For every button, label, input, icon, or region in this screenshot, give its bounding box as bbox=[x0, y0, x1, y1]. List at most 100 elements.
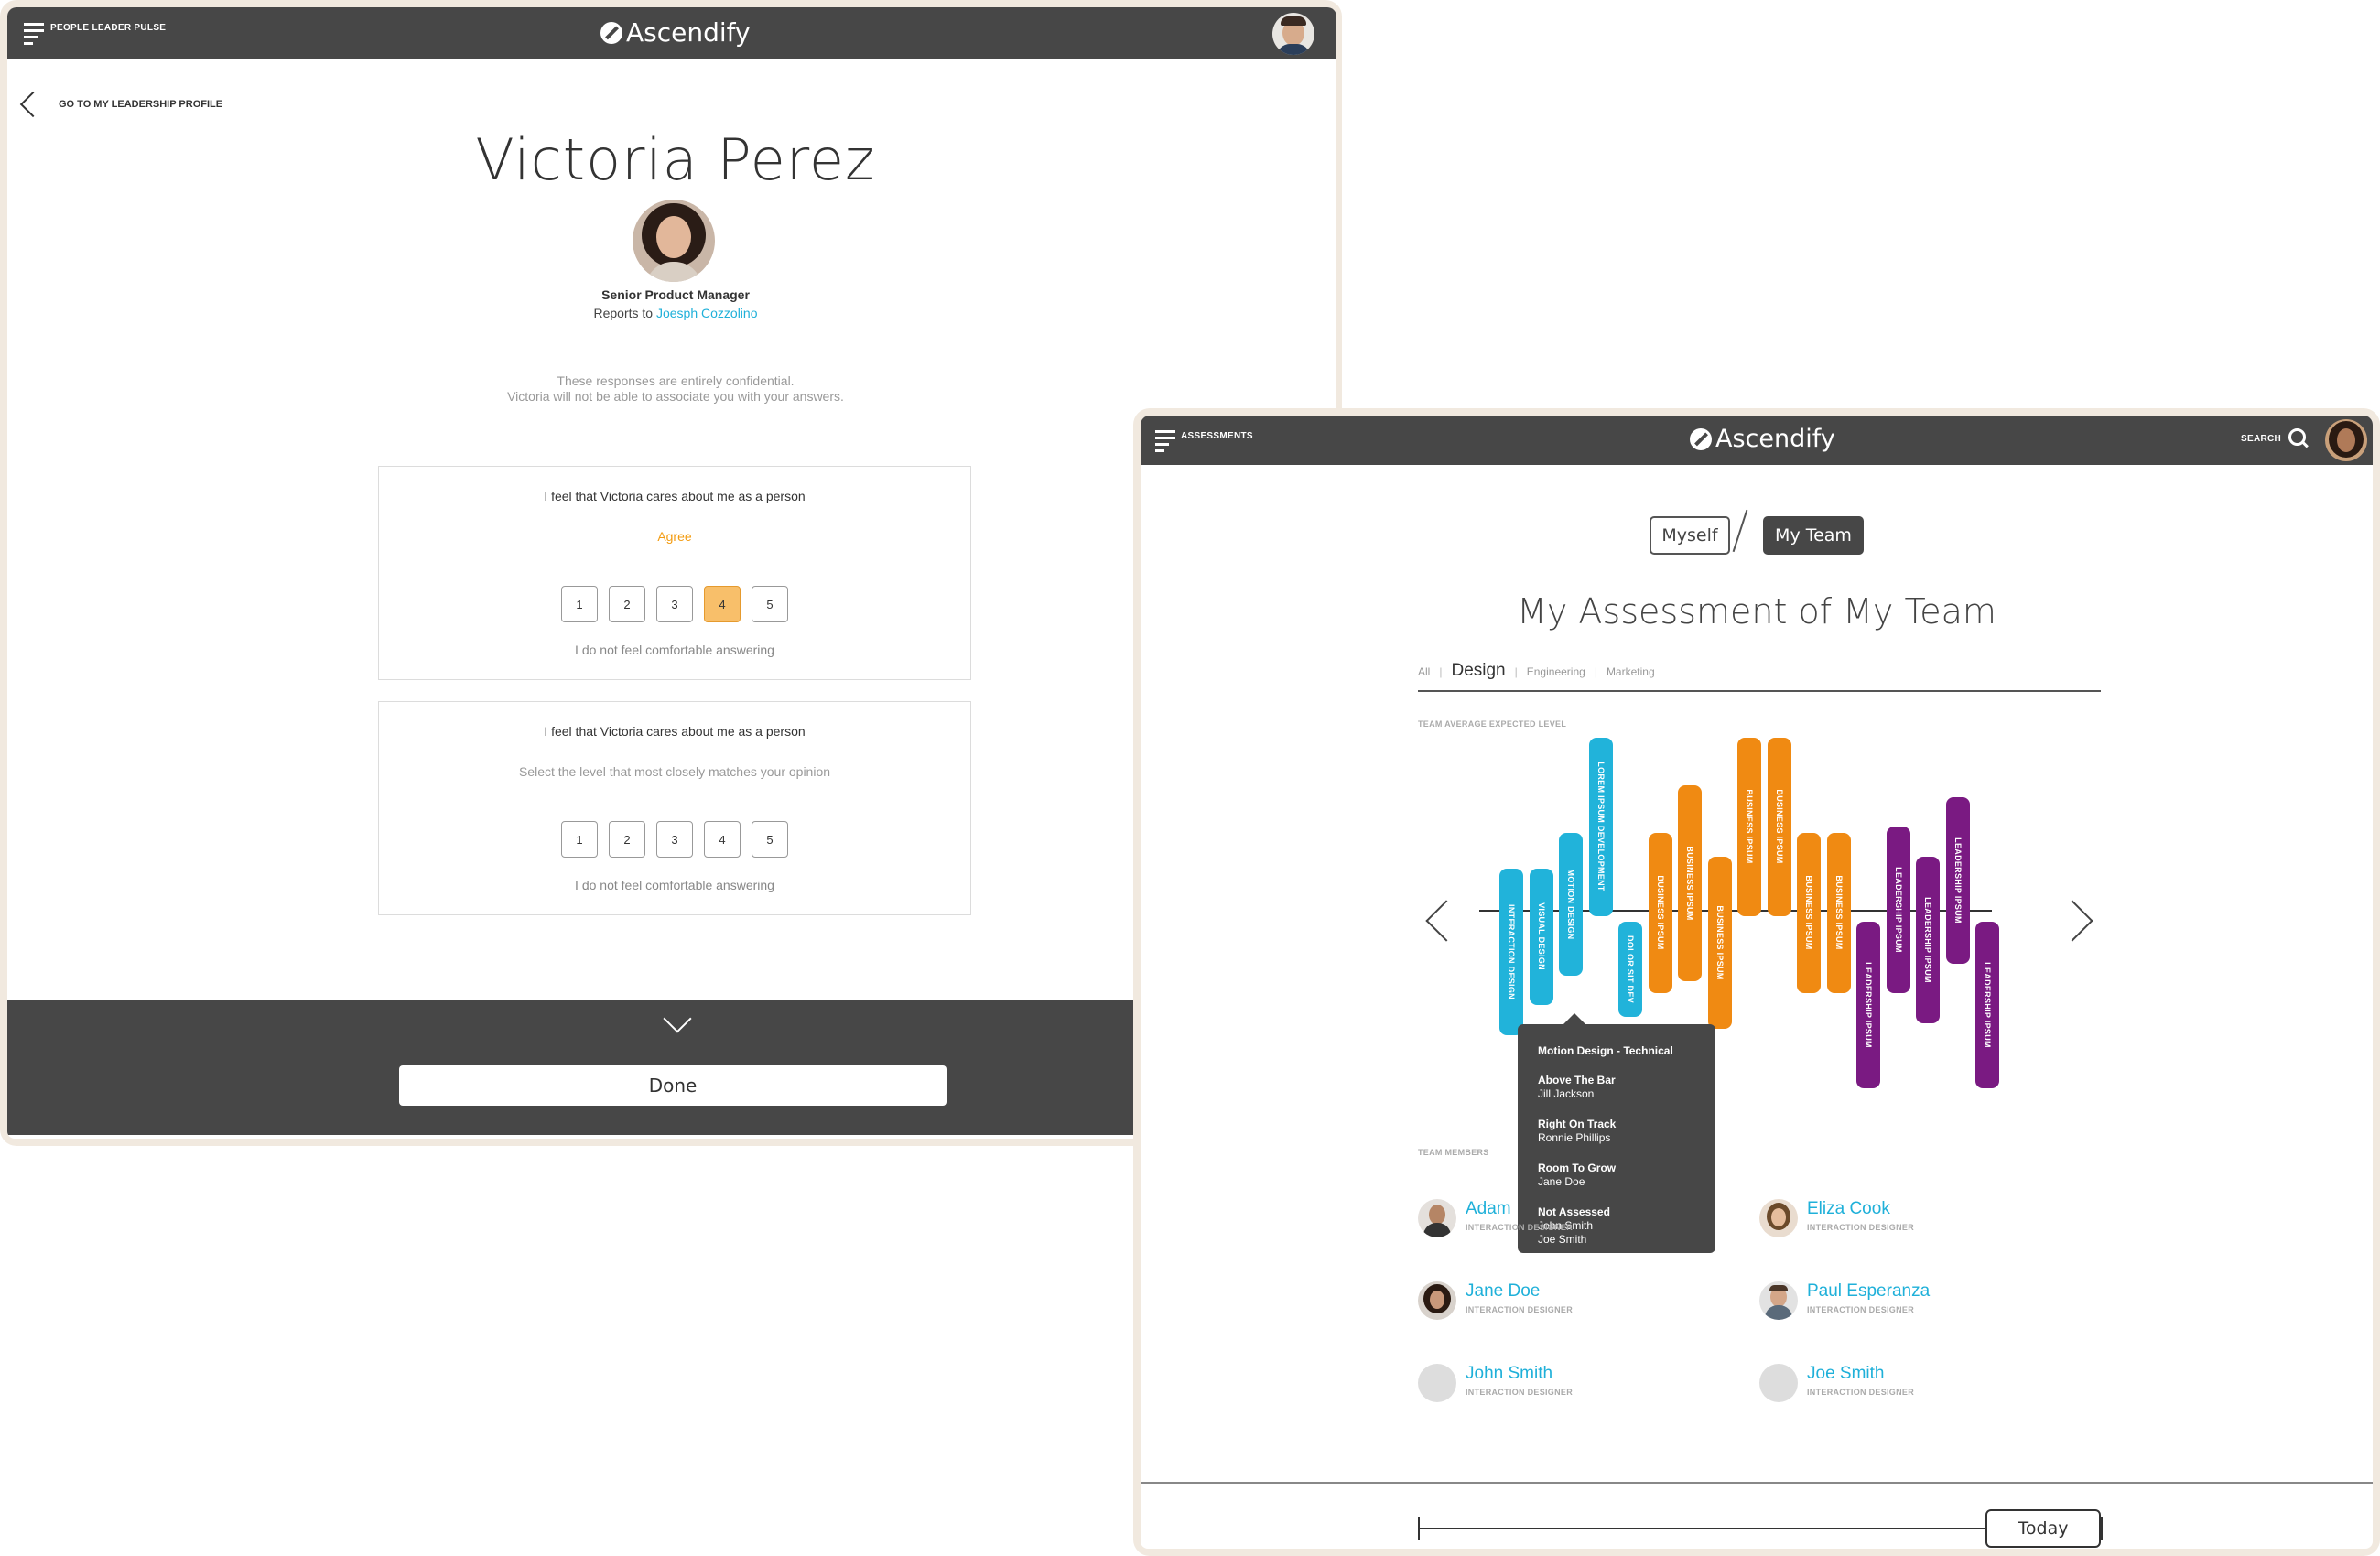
chart-bar[interactable]: LEADERSHIP IPSUM bbox=[1916, 856, 1940, 1023]
chart-bar-label: LEADERSHIP IPSUM bbox=[1953, 837, 1963, 924]
rating-option-4[interactable]: 4 bbox=[704, 586, 741, 622]
question-card-1: I feel that Victoria cares about me as a… bbox=[378, 466, 971, 680]
chevron-right-icon[interactable] bbox=[2051, 900, 2093, 942]
section-label: ASSESSMENTS bbox=[1181, 431, 1253, 441]
avatar bbox=[1759, 1364, 1798, 1402]
chevron-left-icon[interactable] bbox=[1425, 900, 1467, 942]
today-button[interactable]: Today bbox=[1985, 1509, 2101, 1548]
chart-bar[interactable]: MOTION DESIGN bbox=[1559, 832, 1583, 976]
page-title: My Assessment of My Team bbox=[1517, 591, 1996, 632]
team-member-adam[interactable]: Adam INTERACTION DESIGNER bbox=[1418, 1199, 1729, 1245]
avatar bbox=[1759, 1281, 1798, 1320]
question-card-2: I feel that Victoria cares about me as a… bbox=[378, 701, 971, 915]
team-member-eliza-cook[interactable]: Eliza Cook INTERACTION DESIGNER bbox=[1759, 1199, 2071, 1245]
avatar bbox=[1418, 1364, 1456, 1402]
avatar bbox=[1418, 1281, 1456, 1320]
member-name: Paul Esperanza bbox=[1807, 1281, 1931, 1301]
tooltip-group-heading: Above The Bar bbox=[1538, 1074, 1616, 1086]
chart-bar[interactable]: VISUAL DESIGN bbox=[1529, 868, 1553, 1005]
chevron-down-icon[interactable] bbox=[663, 1004, 692, 1033]
rating-option-3[interactable]: 3 bbox=[656, 821, 693, 858]
chart-bar[interactable]: BUSINESS IPSUM bbox=[1707, 856, 1732, 1029]
tooltip-person: Jill Jackson bbox=[1538, 1087, 1595, 1100]
question-prompt: Select the level that most closely match… bbox=[518, 764, 831, 779]
member-name: Eliza Cook bbox=[1807, 1199, 1890, 1218]
filter-all[interactable]: All bbox=[1418, 665, 1430, 678]
toggle-my-team[interactable]: My Team bbox=[1763, 516, 1864, 555]
team-member-jane-doe[interactable]: Jane Doe INTERACTION DESIGNER bbox=[1418, 1281, 1729, 1327]
opt-out-link[interactable]: I do not feel comfortable answering bbox=[379, 643, 970, 657]
logo-mark-icon bbox=[600, 21, 622, 44]
chart-bar[interactable]: BUSINESS IPSUM bbox=[1797, 832, 1821, 993]
member-role: INTERACTION DESIGNER bbox=[1807, 1223, 1915, 1232]
manager-link[interactable]: Joesph Cozzolino bbox=[656, 306, 758, 320]
rating-scale: 1 2 3 4 5 bbox=[379, 586, 970, 622]
team-member-paul-esperanza[interactable]: Paul Esperanza INTERACTION DESIGNER bbox=[1759, 1281, 2071, 1327]
member-role: INTERACTION DESIGNER bbox=[1466, 1305, 1574, 1314]
question-answer: Agree bbox=[657, 529, 692, 544]
confidential-note-2: Victoria will not be able to associate y… bbox=[507, 389, 844, 404]
rating-option-3[interactable]: 3 bbox=[656, 586, 693, 622]
toggle-myself[interactable]: Myself bbox=[1650, 516, 1730, 555]
rating-option-1[interactable]: 1 bbox=[561, 586, 598, 622]
chart-bar[interactable]: LEADERSHIP IPSUM bbox=[1945, 796, 1970, 964]
person-photo bbox=[633, 200, 715, 282]
rating-option-2[interactable]: 2 bbox=[609, 821, 645, 858]
toggle-divider bbox=[1732, 509, 1748, 553]
ascendify-logo[interactable]: Ascendify bbox=[600, 17, 751, 48]
user-avatar[interactable] bbox=[1272, 13, 1314, 55]
user-avatar[interactable] bbox=[2325, 419, 2367, 461]
filter-engineering[interactable]: Engineering bbox=[1527, 665, 1585, 678]
opt-out-link[interactable]: I do not feel comfortable answering bbox=[379, 878, 970, 892]
tooltip-group-heading: Room To Grow bbox=[1538, 1162, 1617, 1174]
chart-bar-label: BUSINESS IPSUM bbox=[1745, 789, 1754, 864]
chart-bar[interactable]: DOLOR SIT DEV bbox=[1618, 922, 1642, 1017]
menu-icon[interactable] bbox=[24, 23, 44, 45]
rating-option-2[interactable]: 2 bbox=[609, 586, 645, 622]
chart-bar-label: LEADERSHIP IPSUM bbox=[1983, 962, 1992, 1048]
chart-bar-label: BUSINESS IPSUM bbox=[1804, 875, 1813, 950]
chart-bar[interactable]: LEADERSHIP IPSUM bbox=[1886, 827, 1910, 993]
chart-bar[interactable]: INTERACTION DESIGN bbox=[1499, 868, 1523, 1035]
timeline-slider[interactable]: Today bbox=[1418, 1509, 2103, 1548]
right-screen: ASSESSMENTS Ascendify SEARCH Myself My T… bbox=[1141, 416, 2373, 1549]
chart-bar-label: MOTION DESIGN bbox=[1566, 869, 1575, 939]
chart-bar[interactable]: LOREM IPSUM DEVELOPMENT bbox=[1588, 737, 1613, 916]
chart-bar[interactable]: BUSINESS IPSUM bbox=[1767, 737, 1791, 916]
team-member-joe-smith[interactable]: Joe Smith INTERACTION DESIGNER bbox=[1759, 1364, 2071, 1410]
ascendify-logo[interactable]: Ascendify bbox=[1690, 425, 1835, 453]
chart-bar[interactable]: BUSINESS IPSUM bbox=[1678, 784, 1702, 981]
rating-option-4[interactable]: 4 bbox=[704, 821, 741, 858]
reports-to: Reports to Joesph Cozzolino bbox=[593, 306, 758, 320]
rating-option-1[interactable]: 1 bbox=[561, 821, 598, 858]
filter-marketing[interactable]: Marketing bbox=[1606, 665, 1655, 678]
expected-level-line bbox=[1479, 910, 1992, 912]
chart-bar[interactable]: BUSINESS IPSUM bbox=[1648, 832, 1672, 993]
section-label: PEOPLE LEADER PULSE bbox=[50, 23, 167, 33]
member-name: Joe Smith bbox=[1807, 1364, 1885, 1383]
chart-bar[interactable]: LEADERSHIP IPSUM bbox=[1856, 922, 1880, 1088]
chart-bar-label: LEADERSHIP IPSUM bbox=[1864, 962, 1873, 1048]
chart-bar[interactable]: BUSINESS IPSUM bbox=[1737, 737, 1761, 916]
chart-bar-label: LOREM IPSUM DEVELOPMENT bbox=[1596, 762, 1606, 891]
search-button[interactable]: SEARCH bbox=[2241, 428, 2309, 448]
chart-bar[interactable]: LEADERSHIP IPSUM bbox=[1975, 922, 1999, 1088]
left-topbar: PEOPLE LEADER PULSE Ascendify bbox=[7, 7, 1336, 59]
chart-bar-label: LEADERSHIP IPSUM bbox=[1893, 867, 1903, 953]
chart-bar[interactable]: BUSINESS IPSUM bbox=[1826, 832, 1851, 993]
menu-icon[interactable] bbox=[1155, 430, 1175, 452]
rating-option-5[interactable]: 5 bbox=[752, 821, 788, 858]
question-text: I feel that Victoria cares about me as a… bbox=[544, 724, 806, 739]
filter-design[interactable]: Design bbox=[1451, 661, 1505, 681]
rating-option-5[interactable]: 5 bbox=[752, 586, 788, 622]
back-to-profile-link[interactable]: GO TO MY LEADERSHIP PROFILE bbox=[19, 91, 222, 118]
tooltip-person: Ronnie Phillips bbox=[1538, 1131, 1611, 1144]
chart-bar-label: BUSINESS IPSUM bbox=[1715, 905, 1725, 980]
chart-bar-label: VISUAL DESIGN bbox=[1536, 902, 1546, 971]
person-name: Victoria Perez bbox=[475, 126, 876, 193]
search-icon bbox=[2288, 428, 2309, 448]
team-average-label: TEAM AVERAGE EXPECTED LEVEL bbox=[1418, 719, 1567, 729]
team-member-john-smith[interactable]: John Smith INTERACTION DESIGNER bbox=[1418, 1364, 1729, 1410]
chart-bar-label: BUSINESS IPSUM bbox=[1774, 789, 1784, 864]
done-button[interactable]: Done bbox=[399, 1065, 947, 1106]
